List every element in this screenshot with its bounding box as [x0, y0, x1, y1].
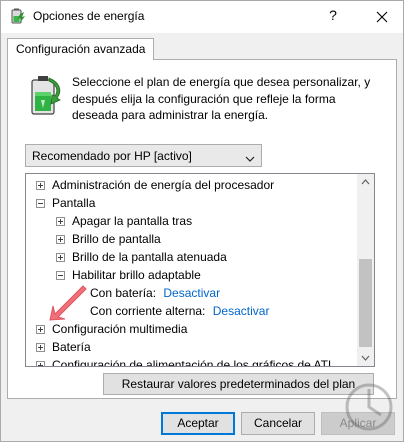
tree-item-label: Administración de energía del procesador [52, 178, 275, 192]
power-options-dialog: Opciones de energía ? Configuración avan… [0, 0, 404, 442]
tree-item-plugged-in[interactable]: Con corriente alterna: Desactivar [90, 302, 269, 320]
annotation-arrow-icon [49, 282, 91, 324]
plan-select[interactable]: Recomendado por HP [activo] [25, 144, 262, 167]
tree-item-label: Batería [52, 340, 91, 354]
expand-icon[interactable] [36, 181, 45, 190]
tree-item-label: Apagar la pantalla tras [72, 214, 193, 228]
tab-advanced-settings[interactable]: Configuración avanzada [7, 38, 155, 60]
scroll-up-icon[interactable] [357, 174, 374, 191]
vertical-scrollbar[interactable] [357, 174, 374, 366]
plan-select-value: Recomendado por HP [activo] [32, 149, 192, 163]
help-button[interactable]: ? [323, 7, 343, 27]
setting-label: Con batería: [90, 286, 157, 300]
tree-item-label: Configuración de alimentación de los grá… [52, 358, 332, 367]
close-icon [376, 11, 388, 23]
setting-value-link[interactable]: Desactivar [163, 286, 220, 300]
tree-item-label: Pantalla [52, 196, 96, 210]
collapse-icon[interactable] [56, 271, 65, 280]
tree-item-label: Habilitar brillo adaptable [72, 268, 201, 282]
intro-text: Seleccione el plan de energía que desea … [72, 75, 371, 122]
close-button[interactable] [371, 6, 393, 28]
scroll-down-icon[interactable] [357, 349, 374, 366]
expand-icon[interactable] [36, 361, 45, 366]
setting-value-link[interactable]: Desactivar [213, 304, 270, 318]
setting-label: Con corriente alterna: [90, 304, 206, 318]
expand-icon[interactable] [36, 343, 45, 352]
tree-item-on-battery[interactable]: Con batería: Desactivar [90, 284, 220, 302]
tree-item-label: Brillo de pantalla [72, 232, 161, 246]
expand-icon[interactable] [56, 253, 65, 262]
cancel-button[interactable]: Cancelar [241, 412, 315, 435]
expand-icon[interactable] [56, 235, 65, 244]
restore-defaults-button[interactable]: Restaurar valores predeterminados del pl… [103, 373, 374, 395]
expand-icon[interactable] [36, 325, 45, 334]
title-bar[interactable]: Opciones de energía ? [1, 1, 403, 33]
chevron-down-icon [245, 152, 255, 162]
expand-icon[interactable] [56, 217, 65, 226]
ok-button[interactable]: Aceptar [161, 412, 235, 435]
tree-item-label: Brillo de la pantalla atenuada [72, 250, 227, 264]
power-options-icon [9, 8, 26, 25]
collapse-icon[interactable] [36, 199, 45, 208]
settings-tree[interactable]: Administración de energía del procesador… [25, 173, 375, 367]
apply-button[interactable]: Aplicar [321, 412, 395, 435]
battery-plan-icon [27, 74, 65, 118]
window-title: Opciones de energía [33, 9, 145, 23]
scroll-thumb[interactable] [359, 259, 372, 347]
